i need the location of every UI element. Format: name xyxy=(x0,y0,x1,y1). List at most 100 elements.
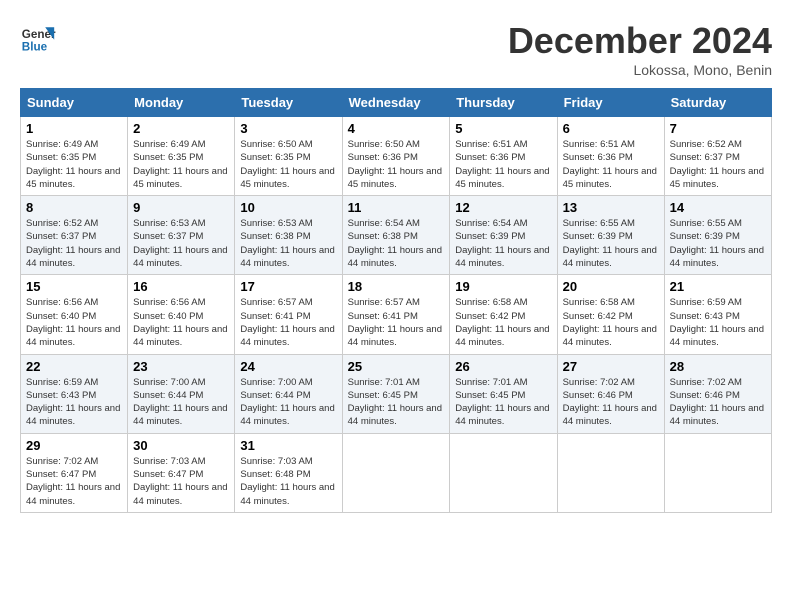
day-info: Sunrise: 7:00 AMSunset: 6:44 PMDaylight:… xyxy=(240,376,336,429)
day-number: 3 xyxy=(240,121,336,136)
calendar-cell: 14 Sunrise: 6:55 AMSunset: 6:39 PMDayligh… xyxy=(664,196,771,275)
day-info: Sunrise: 6:53 AMSunset: 6:37 PMDaylight:… xyxy=(133,217,229,270)
day-info: Sunrise: 7:03 AMSunset: 6:47 PMDaylight:… xyxy=(133,455,229,508)
day-number: 21 xyxy=(670,279,766,294)
day-info: Sunrise: 6:57 AMSunset: 6:41 PMDaylight:… xyxy=(240,296,336,349)
calendar-cell: 28 Sunrise: 7:02 AMSunset: 6:46 PMDayligh… xyxy=(664,354,771,433)
day-info: Sunrise: 6:52 AMSunset: 6:37 PMDaylight:… xyxy=(26,217,122,270)
day-info: Sunrise: 6:56 AMSunset: 6:40 PMDaylight:… xyxy=(133,296,229,349)
day-number: 29 xyxy=(26,438,122,453)
calendar-header-row: SundayMondayTuesdayWednesdayThursdayFrid… xyxy=(21,89,772,117)
calendar-cell xyxy=(450,433,557,512)
calendar-cell: 30 Sunrise: 7:03 AMSunset: 6:47 PMDayligh… xyxy=(128,433,235,512)
day-number: 11 xyxy=(348,200,445,215)
day-info: Sunrise: 6:54 AMSunset: 6:38 PMDaylight:… xyxy=(348,217,445,270)
day-info: Sunrise: 6:59 AMSunset: 6:43 PMDaylight:… xyxy=(26,376,122,429)
column-header-monday: Monday xyxy=(128,89,235,117)
day-number: 23 xyxy=(133,359,229,374)
calendar-cell: 8 Sunrise: 6:52 AMSunset: 6:37 PMDaylight… xyxy=(21,196,128,275)
day-number: 13 xyxy=(563,200,659,215)
calendar-cell: 29Sunrise: 7:02 AMSunset: 6:47 PMDayligh… xyxy=(21,433,128,512)
svg-text:Blue: Blue xyxy=(22,41,48,54)
calendar-cell: 20 Sunrise: 6:58 AMSunset: 6:42 PMDayligh… xyxy=(557,275,664,354)
day-number: 15 xyxy=(26,279,122,294)
calendar-cell: 22 Sunrise: 6:59 AMSunset: 6:43 PMDayligh… xyxy=(21,354,128,433)
day-number: 20 xyxy=(563,279,659,294)
calendar-cell: 31 Sunrise: 7:03 AMSunset: 6:48 PMDayligh… xyxy=(235,433,342,512)
month-title: December 2024 xyxy=(508,20,772,62)
logo: General Blue xyxy=(20,20,56,56)
day-number: 5 xyxy=(455,121,551,136)
day-info: Sunrise: 6:58 AMSunset: 6:42 PMDaylight:… xyxy=(563,296,659,349)
calendar-cell: 27 Sunrise: 7:02 AMSunset: 6:46 PMDayligh… xyxy=(557,354,664,433)
day-info: Sunrise: 6:55 AMSunset: 6:39 PMDaylight:… xyxy=(563,217,659,270)
day-number: 7 xyxy=(670,121,766,136)
day-info: Sunrise: 6:57 AMSunset: 6:41 PMDaylight:… xyxy=(348,296,445,349)
day-info: Sunrise: 7:01 AMSunset: 6:45 PMDaylight:… xyxy=(455,376,551,429)
calendar-week-3: 15 Sunrise: 6:56 AMSunset: 6:40 PMDayligh… xyxy=(21,275,772,354)
column-header-thursday: Thursday xyxy=(450,89,557,117)
calendar-cell: 7 Sunrise: 6:52 AMSunset: 6:37 PMDaylight… xyxy=(664,117,771,196)
day-info: Sunrise: 7:02 AMSunset: 6:46 PMDaylight:… xyxy=(563,376,659,429)
column-header-wednesday: Wednesday xyxy=(342,89,450,117)
calendar-table: SundayMondayTuesdayWednesdayThursdayFrid… xyxy=(20,88,772,513)
day-info: Sunrise: 6:49 AMSunset: 6:35 PMDaylight:… xyxy=(133,138,229,191)
calendar-cell: 24 Sunrise: 7:00 AMSunset: 6:44 PMDayligh… xyxy=(235,354,342,433)
day-info: Sunrise: 6:53 AMSunset: 6:38 PMDaylight:… xyxy=(240,217,336,270)
calendar-cell: 12 Sunrise: 6:54 AMSunset: 6:39 PMDayligh… xyxy=(450,196,557,275)
day-info: Sunrise: 7:01 AMSunset: 6:45 PMDaylight:… xyxy=(348,376,445,429)
day-info: Sunrise: 7:02 AMSunset: 6:46 PMDaylight:… xyxy=(670,376,766,429)
day-info: Sunrise: 6:50 AMSunset: 6:36 PMDaylight:… xyxy=(348,138,445,191)
page-header: General Blue December 2024 Lokossa, Mono… xyxy=(20,20,772,78)
day-number: 16 xyxy=(133,279,229,294)
day-info: Sunrise: 6:56 AMSunset: 6:40 PMDaylight:… xyxy=(26,296,122,349)
calendar-cell: 26Sunrise: 7:01 AMSunset: 6:45 PMDayligh… xyxy=(450,354,557,433)
day-info: Sunrise: 6:58 AMSunset: 6:42 PMDaylight:… xyxy=(455,296,551,349)
day-info: Sunrise: 6:55 AMSunset: 6:39 PMDaylight:… xyxy=(670,217,766,270)
day-number: 22 xyxy=(26,359,122,374)
calendar-cell: 3Sunrise: 6:50 AMSunset: 6:35 PMDaylight… xyxy=(235,117,342,196)
day-number: 28 xyxy=(670,359,766,374)
calendar-cell: 15 Sunrise: 6:56 AMSunset: 6:40 PMDayligh… xyxy=(21,275,128,354)
day-info: Sunrise: 6:51 AMSunset: 6:36 PMDaylight:… xyxy=(563,138,659,191)
day-info: Sunrise: 7:03 AMSunset: 6:48 PMDaylight:… xyxy=(240,455,336,508)
day-number: 27 xyxy=(563,359,659,374)
calendar-cell: 10 Sunrise: 6:53 AMSunset: 6:38 PMDayligh… xyxy=(235,196,342,275)
calendar-cell: 19 Sunrise: 6:58 AMSunset: 6:42 PMDayligh… xyxy=(450,275,557,354)
day-number: 17 xyxy=(240,279,336,294)
day-number: 10 xyxy=(240,200,336,215)
day-info: Sunrise: 6:54 AMSunset: 6:39 PMDaylight:… xyxy=(455,217,551,270)
calendar-cell xyxy=(557,433,664,512)
calendar-cell xyxy=(342,433,450,512)
calendar-cell: 4Sunrise: 6:50 AMSunset: 6:36 PMDaylight… xyxy=(342,117,450,196)
calendar-cell: 13 Sunrise: 6:55 AMSunset: 6:39 PMDayligh… xyxy=(557,196,664,275)
day-number: 8 xyxy=(26,200,122,215)
calendar-cell: 9 Sunrise: 6:53 AMSunset: 6:37 PMDaylight… xyxy=(128,196,235,275)
column-header-saturday: Saturday xyxy=(664,89,771,117)
column-header-sunday: Sunday xyxy=(21,89,128,117)
day-info: Sunrise: 6:51 AMSunset: 6:36 PMDaylight:… xyxy=(455,138,551,191)
column-header-friday: Friday xyxy=(557,89,664,117)
location: Lokossa, Mono, Benin xyxy=(508,62,772,78)
day-number: 1 xyxy=(26,121,122,136)
day-number: 30 xyxy=(133,438,229,453)
calendar-week-1: 1 Sunrise: 6:49 AMSunset: 6:35 PMDaylight… xyxy=(21,117,772,196)
calendar-cell: 25 Sunrise: 7:01 AMSunset: 6:45 PMDayligh… xyxy=(342,354,450,433)
day-number: 12 xyxy=(455,200,551,215)
day-number: 24 xyxy=(240,359,336,374)
calendar-cell: 21 Sunrise: 6:59 AMSunset: 6:43 PMDayligh… xyxy=(664,275,771,354)
calendar-cell: 5 Sunrise: 6:51 AMSunset: 6:36 PMDaylight… xyxy=(450,117,557,196)
calendar-week-2: 8 Sunrise: 6:52 AMSunset: 6:37 PMDaylight… xyxy=(21,196,772,275)
day-number: 25 xyxy=(348,359,445,374)
title-block: December 2024 Lokossa, Mono, Benin xyxy=(508,20,772,78)
calendar-cell xyxy=(664,433,771,512)
day-number: 14 xyxy=(670,200,766,215)
calendar-cell: 1Sunrise: 6:49 AMSunset: 6:35 PMDaylight… xyxy=(21,117,128,196)
day-number: 9 xyxy=(133,200,229,215)
day-number: 19 xyxy=(455,279,551,294)
day-info: Sunrise: 6:59 AMSunset: 6:43 PMDaylight:… xyxy=(670,296,766,349)
day-number: 31 xyxy=(240,438,336,453)
calendar-cell: 6 Sunrise: 6:51 AMSunset: 6:36 PMDaylight… xyxy=(557,117,664,196)
day-number: 6 xyxy=(563,121,659,136)
day-info: Sunrise: 6:52 AMSunset: 6:37 PMDaylight:… xyxy=(670,138,766,191)
